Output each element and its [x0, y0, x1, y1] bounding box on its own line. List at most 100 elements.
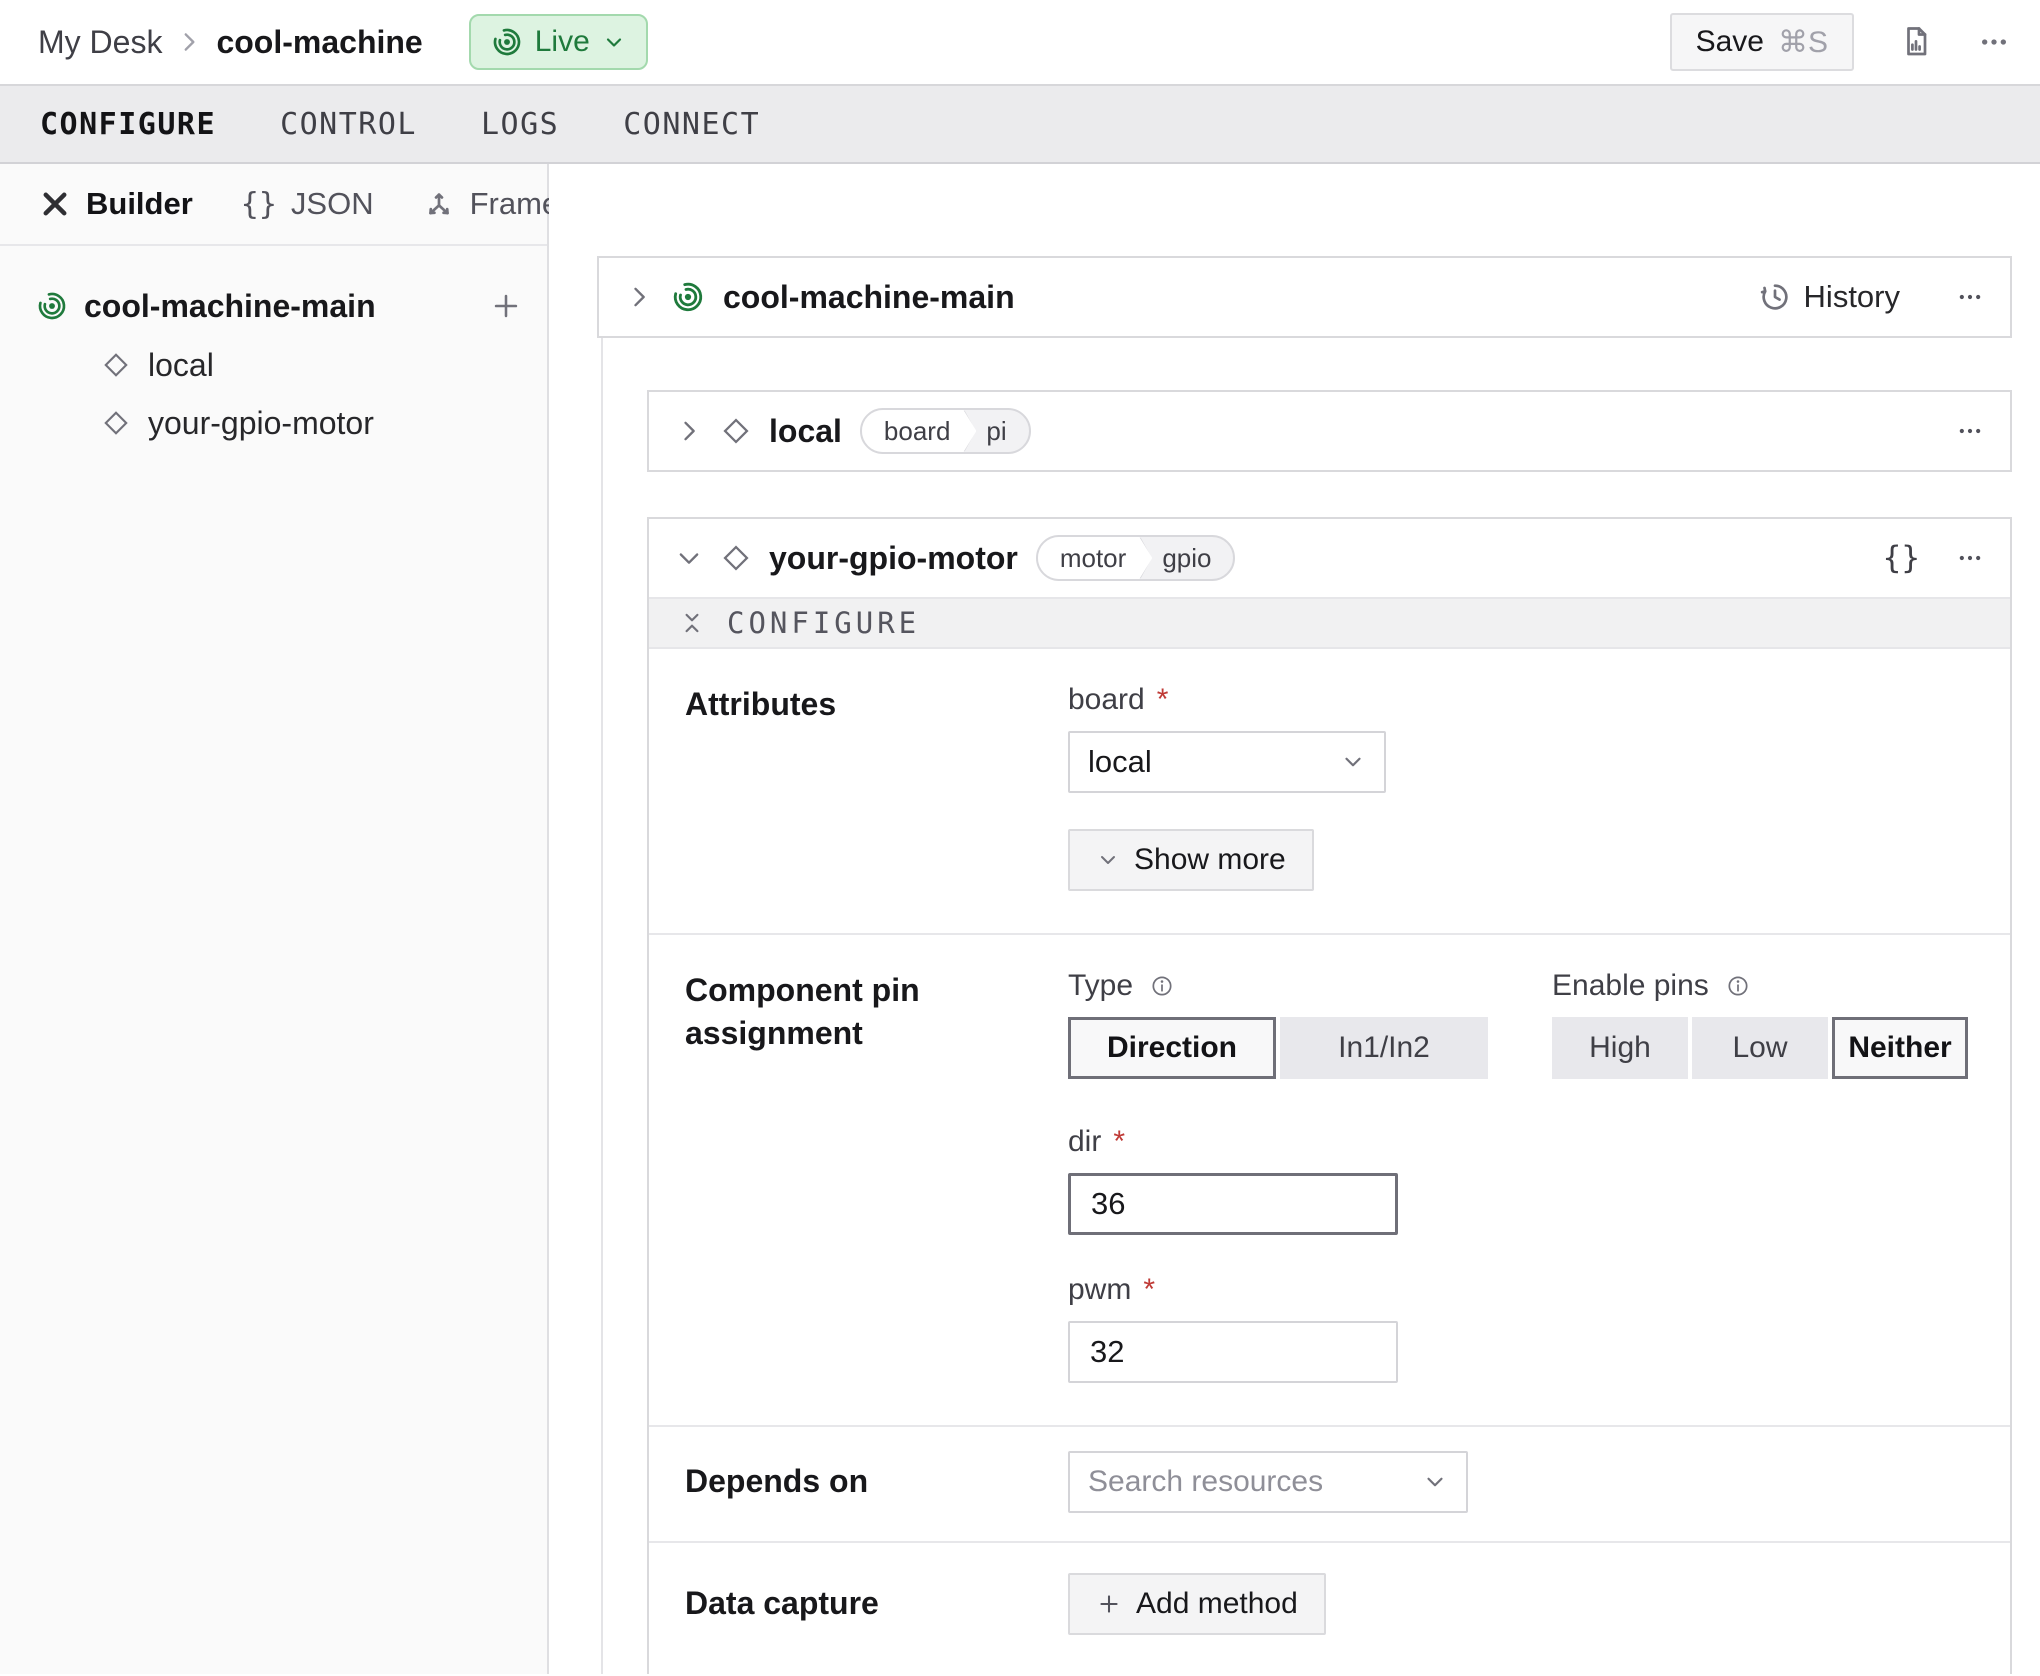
- tab-logs[interactable]: LOGS: [449, 107, 591, 142]
- breadcrumb-current: cool-machine: [216, 24, 422, 61]
- pin-assignment-section: Component pin assignment Type: [649, 933, 2010, 1425]
- enable-pins-label: Enable pins: [1552, 969, 1968, 1003]
- pwm-field-label: pwm *: [1068, 1273, 1974, 1307]
- dir-field-label: dir *: [1068, 1125, 1974, 1159]
- resource-type-badge: board pi: [860, 408, 1031, 454]
- live-badge-label: Live: [535, 25, 590, 59]
- braces-icon: {}: [241, 187, 277, 222]
- diamond-icon: [721, 416, 751, 446]
- board-select[interactable]: local: [1068, 731, 1386, 793]
- collapse-chevron-down-icon[interactable]: [675, 544, 703, 572]
- machine-status-dropdown[interactable]: Live: [469, 14, 648, 70]
- tab-connect[interactable]: CONNECT: [591, 107, 792, 142]
- badge-type: motor: [1038, 537, 1152, 579]
- view-tabs: Builder {} JSON Frame: [0, 164, 547, 246]
- view-tab-frame-label: Frame: [470, 186, 560, 222]
- enable-pins-block: Enable pins High Low: [1552, 969, 1968, 1079]
- breadcrumb-separator-icon: [176, 29, 202, 55]
- tab-configure[interactable]: CONFIGURE: [8, 107, 248, 142]
- pwm-input[interactable]: [1068, 1321, 1398, 1383]
- view-tab-frame[interactable]: Frame: [422, 186, 560, 222]
- resource-type-badge: motor gpio: [1036, 535, 1236, 581]
- broadcast-icon: [491, 26, 523, 58]
- view-tab-json-label: JSON: [291, 186, 374, 222]
- depends-on-placeholder: Search resources: [1088, 1465, 1323, 1499]
- type-toggle-block: Type Direction In1/In2: [1068, 969, 1488, 1079]
- badge-type: board: [862, 410, 977, 452]
- plus-icon: [1096, 1591, 1122, 1617]
- file-chart-icon[interactable]: [1898, 24, 1934, 60]
- depends-on-heading: Depends on: [685, 1460, 1068, 1503]
- info-icon[interactable]: [1725, 973, 1751, 999]
- show-more-button[interactable]: Show more: [1068, 829, 1314, 891]
- save-button-label: Save: [1696, 25, 1764, 59]
- card-menu-icon[interactable]: [1956, 283, 1984, 311]
- overflow-menu-icon[interactable]: [1978, 26, 2010, 58]
- history-button[interactable]: History: [1758, 279, 1900, 315]
- local-card-title: local: [769, 413, 842, 450]
- info-icon[interactable]: [1149, 973, 1175, 999]
- configure-section-bar[interactable]: CONFIGURE: [649, 597, 2010, 649]
- enable-option-low[interactable]: Low: [1692, 1017, 1828, 1079]
- tree-item-local[interactable]: local: [0, 336, 547, 394]
- type-option-direction[interactable]: Direction: [1068, 1017, 1276, 1079]
- tab-control[interactable]: CONTROL: [248, 107, 449, 142]
- tree-item-local-label: local: [148, 347, 214, 384]
- add-method-label: Add method: [1136, 1587, 1298, 1621]
- local-board-card: local board pi: [647, 390, 2012, 472]
- add-component-icon[interactable]: [489, 289, 523, 323]
- add-method-button[interactable]: Add method: [1068, 1573, 1326, 1635]
- tools-icon: [38, 187, 72, 221]
- breadcrumb: My Desk cool-machine: [38, 24, 423, 61]
- main-panel: cool-machine-main History: [549, 164, 2040, 1674]
- tree-item-machine[interactable]: cool-machine-main: [0, 276, 547, 336]
- tree-item-machine-label: cool-machine-main: [84, 288, 376, 325]
- dir-input[interactable]: [1068, 1173, 1398, 1235]
- chevron-down-icon: [1340, 749, 1366, 775]
- board-select-value: local: [1088, 744, 1152, 780]
- badge-model: pi: [976, 410, 1028, 452]
- configure-section-label: CONFIGURE: [727, 606, 920, 640]
- show-more-label: Show more: [1134, 843, 1286, 877]
- pin-assignment-heading: Component pin assignment: [685, 969, 1068, 1055]
- type-label: Type: [1068, 969, 1488, 1003]
- card-menu-icon[interactable]: [1956, 544, 1984, 572]
- diamond-icon: [721, 543, 751, 573]
- expand-chevron-right-icon[interactable]: [675, 417, 703, 445]
- chevron-down-icon: [602, 30, 626, 54]
- enable-pins-toggle-group: High Low Neither: [1552, 1017, 1968, 1079]
- expand-chevron-right-icon[interactable]: [625, 283, 653, 311]
- required-marker: *: [1113, 1125, 1125, 1159]
- card-menu-icon[interactable]: [1956, 417, 1984, 445]
- type-toggle-group: Direction In1/In2: [1068, 1017, 1488, 1079]
- enable-option-neither[interactable]: Neither: [1832, 1017, 1968, 1079]
- depends-on-section: Depends on Search resources: [649, 1425, 2010, 1541]
- json-braces-icon[interactable]: {}: [1883, 540, 1920, 576]
- type-option-in1in2[interactable]: In1/In2: [1280, 1017, 1488, 1079]
- history-label: History: [1804, 279, 1900, 315]
- machine-part-card: cool-machine-main History: [597, 256, 2012, 338]
- broadcast-icon: [671, 280, 705, 314]
- save-button[interactable]: Save ⌘S: [1670, 13, 1854, 71]
- badge-model: gpio: [1152, 537, 1233, 579]
- sidebar: Builder {} JSON Frame: [0, 164, 549, 1674]
- breadcrumb-parent-link[interactable]: My Desk: [38, 24, 162, 61]
- enable-option-high[interactable]: High: [1552, 1017, 1688, 1079]
- tree-item-motor[interactable]: your-gpio-motor: [0, 394, 547, 452]
- app-header: My Desk cool-machine Live Save ⌘S: [0, 0, 2040, 84]
- view-tab-builder-label: Builder: [86, 186, 193, 222]
- history-icon: [1758, 280, 1792, 314]
- data-capture-heading: Data capture: [685, 1582, 1068, 1625]
- tree-item-motor-label: your-gpio-motor: [148, 405, 374, 442]
- machine-part-title: cool-machine-main: [723, 279, 1015, 316]
- collapse-vertical-icon: [679, 610, 705, 636]
- required-marker: *: [1157, 683, 1169, 717]
- view-tab-builder[interactable]: Builder: [38, 186, 193, 222]
- nav-tab-bar: CONFIGURE CONTROL LOGS CONNECT: [0, 84, 2040, 164]
- depends-on-select[interactable]: Search resources: [1068, 1451, 1468, 1513]
- broadcast-icon: [36, 290, 68, 322]
- diamond-icon: [102, 351, 130, 379]
- resource-tree: cool-machine-main local your-gpio-motor: [0, 246, 547, 452]
- view-tab-json[interactable]: {} JSON: [241, 186, 374, 222]
- attributes-heading: Attributes: [685, 683, 1068, 726]
